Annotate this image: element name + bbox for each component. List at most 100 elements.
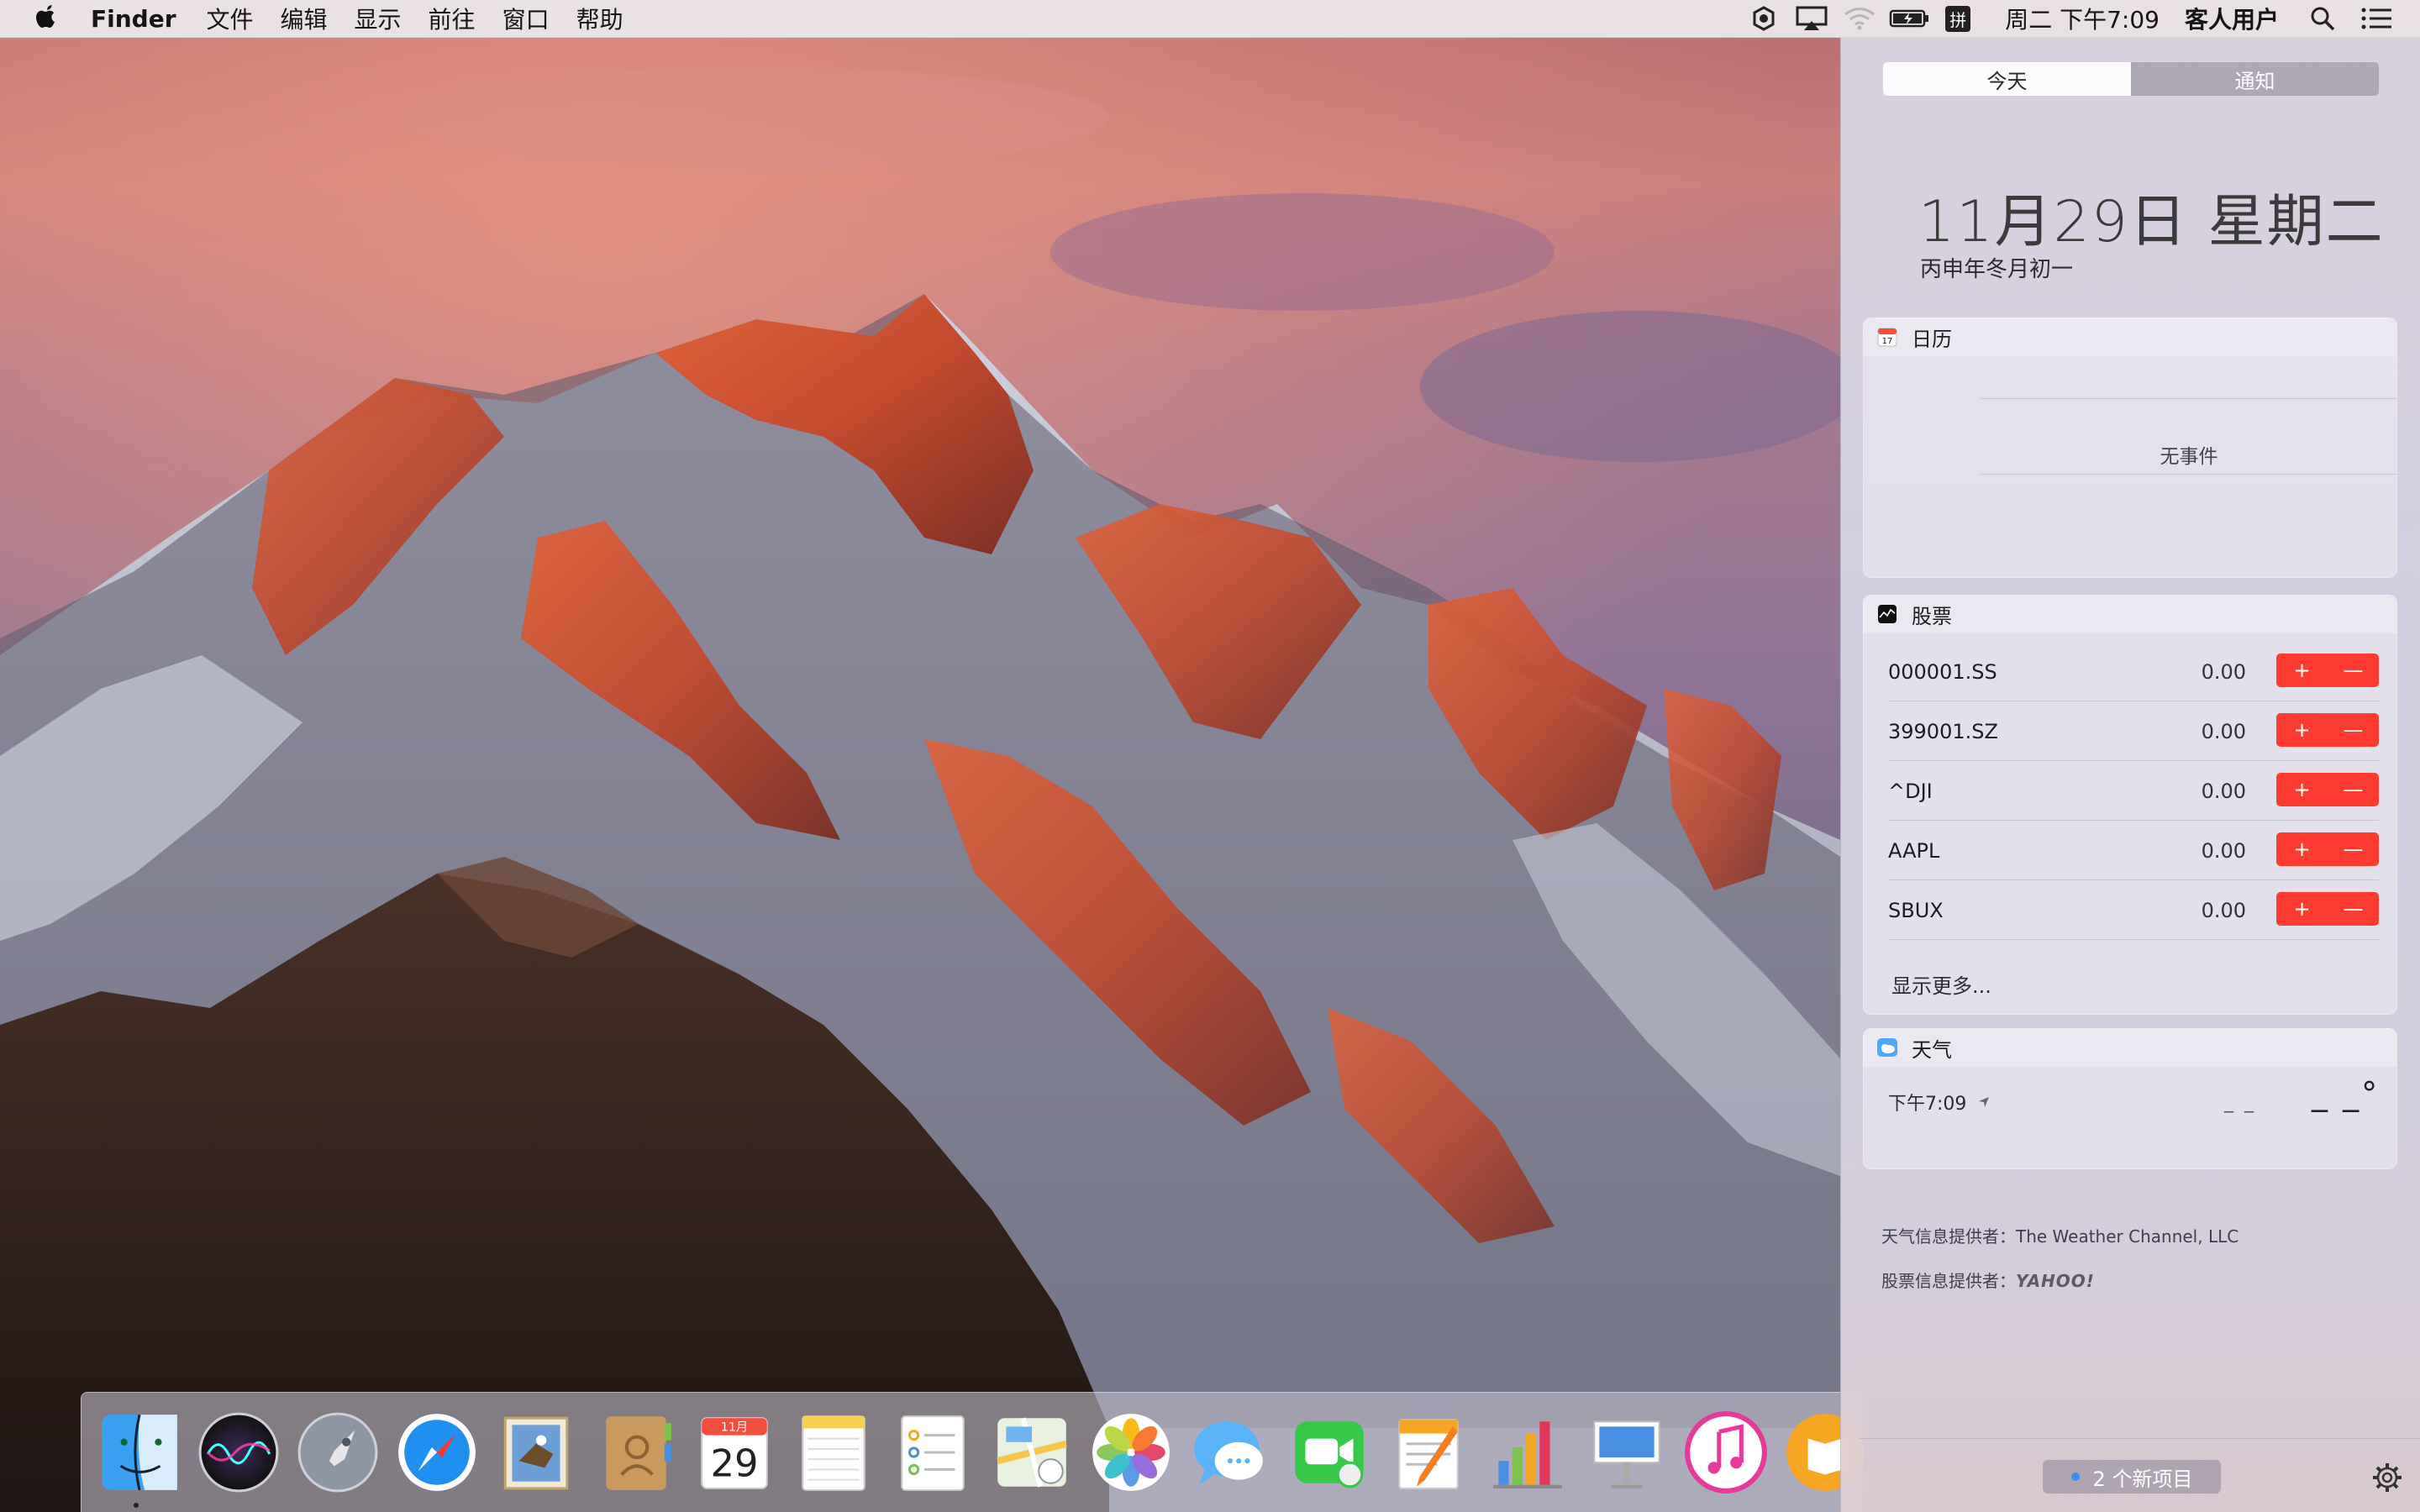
stock-row[interactable]: AAPL 0.00 + — [1888, 821, 2379, 880]
stock-change-button[interactable]: + — [2276, 654, 2379, 687]
menu-view[interactable]: 显示 [355, 2, 402, 35]
stock-minus: — [2343, 897, 2364, 921]
stock-value: 0.00 [2201, 899, 2246, 922]
calendar-widget-icon: 17 [1875, 324, 1900, 349]
battery-icon[interactable] [1882, 0, 1936, 37]
reminders-icon[interactable] [890, 1410, 976, 1495]
stock-change-button[interactable]: + — [2276, 713, 2379, 747]
calendar-widget-title: 日历 [1912, 327, 1952, 351]
weather-widget-title: 天气 [1912, 1037, 1952, 1062]
keynote-icon[interactable] [1584, 1410, 1670, 1495]
input-method-icon[interactable]: 拼 [1936, 0, 1980, 37]
stock-value: 0.00 [2201, 660, 2246, 684]
stocks-credit: 股票信息提供者：YAHOO! [1881, 1268, 2095, 1292]
stock-change-button[interactable]: + — [2276, 773, 2379, 806]
weather-location-row: 下午7:09 [1888, 1089, 1990, 1116]
stock-symbol: ^DJI [1888, 780, 1933, 803]
stock-symbol: 399001.SZ [1888, 720, 1998, 743]
user-menu[interactable]: 客人用户 [2185, 2, 2279, 35]
menu-window[interactable]: 窗口 [502, 2, 550, 35]
stock-minus: — [2343, 778, 2364, 801]
calendar-widget-body: 无事件 [1863, 356, 2397, 578]
contacts-icon[interactable] [592, 1410, 678, 1495]
new-items-dot [2070, 1473, 2080, 1481]
no-events-label: 无事件 [2160, 446, 2218, 468]
new-items-button[interactable]: 2 个新项目 [2043, 1460, 2221, 1494]
stock-plus: + [2293, 659, 2311, 682]
weather-widget-icon [1875, 1035, 1900, 1060]
photos-icon[interactable] [1088, 1410, 1174, 1495]
stock-symbol: SBUX [1888, 899, 1944, 922]
stock-plus: + [2293, 718, 2311, 742]
stocks-credit-provider[interactable]: YAHOO! [2016, 1271, 2095, 1291]
running-indicator [134, 1503, 139, 1508]
calendar-divider [1981, 398, 2397, 399]
calendar-widget: 17 日历 无事件 [1863, 318, 2397, 578]
stock-value: 0.00 [2201, 720, 2246, 743]
input-method-label: 拼 [1945, 5, 1971, 32]
weather-credit-prefix: 天气信息提供者： [1881, 1226, 2016, 1247]
stock-symbol: AAPL [1888, 839, 1940, 863]
finder-icon[interactable] [97, 1410, 182, 1495]
stock-row[interactable]: SBUX 0.00 + — [1888, 880, 2379, 940]
gear-icon[interactable] [2370, 1461, 2404, 1494]
stock-plus: + [2293, 837, 2311, 861]
mail-icon[interactable] [493, 1410, 579, 1495]
notification-center: 今天 通知 11月29日 星期二 丙申年冬月初一 17 日历 无事件 股票 00… [1840, 37, 2420, 1512]
menu-file[interactable]: 文件 [207, 2, 254, 35]
stock-row[interactable]: 000001.SS 0.00 + — [1888, 642, 2379, 701]
apple-icon[interactable] [32, 3, 66, 34]
nc-tab-bar: 今天 通知 [1883, 62, 2379, 96]
weather-time: 下午7:09 [1888, 1094, 1967, 1115]
stocks-widget-title: 股票 [1912, 604, 1952, 628]
stock-change-button[interactable]: + — [2276, 892, 2379, 926]
new-items-label: 2 个新项目 [2092, 1467, 2193, 1491]
facetime-icon[interactable] [1286, 1410, 1372, 1495]
menu-clock[interactable]: 周二 下午7:09 [2005, 2, 2160, 35]
maps-icon[interactable] [989, 1410, 1075, 1495]
location-arrow-icon [1978, 1096, 1990, 1108]
time-machine-icon[interactable] [1741, 0, 1786, 37]
stock-value: 0.00 [2201, 839, 2246, 863]
nc-footer-divider [1860, 1438, 2420, 1439]
wifi-icon[interactable] [1837, 0, 1882, 37]
stocks-widget: 股票 000001.SS 0.00 + — 399001.SZ 0.00 + — ^… [1863, 595, 2397, 1015]
stock-minus: — [2343, 718, 2364, 742]
weather-temperature: _ _° [2312, 1075, 2381, 1112]
stocks-widget-icon [1875, 601, 1900, 627]
itunes-icon[interactable] [1683, 1410, 1769, 1495]
stock-row[interactable]: ^DJI 0.00 + — [1888, 761, 2379, 821]
calendar-divider [1981, 474, 2397, 475]
spotlight-icon[interactable] [2306, 0, 2339, 37]
menu-edit[interactable]: 编辑 [281, 2, 328, 35]
stocks-widget-header: 股票 [1863, 595, 2397, 633]
today-date: 11月29日 星期二 [1918, 189, 2385, 255]
notification-center-icon[interactable] [2360, 0, 2393, 37]
pages-icon[interactable] [1386, 1410, 1471, 1495]
svg-text:17: 17 [1882, 337, 1893, 346]
stock-minus: — [2343, 837, 2364, 861]
safari-icon[interactable] [394, 1410, 480, 1495]
calendar-icon[interactable]: 11月 29 [692, 1410, 777, 1495]
stock-value: 0.00 [2201, 780, 2246, 803]
launchpad-icon[interactable] [295, 1410, 381, 1495]
app-name[interactable]: Finder [91, 5, 176, 33]
notes-icon[interactable] [791, 1410, 876, 1495]
dock: 11月 29 [81, 1392, 1864, 1512]
weather-widget: 天气 下午7:09 _ _ _ _° [1863, 1028, 2397, 1169]
weather-credit-provider[interactable]: The Weather Channel, LLC [2016, 1226, 2238, 1247]
numbers-icon[interactable] [1485, 1410, 1570, 1495]
tab-notifications[interactable]: 通知 [2131, 62, 2379, 96]
stock-row[interactable]: 399001.SZ 0.00 + — [1888, 701, 2379, 761]
weather-condition: _ _ [2224, 1092, 2256, 1113]
show-more-link[interactable]: 显示更多... [1891, 969, 1991, 999]
menu-help[interactable]: 帮助 [576, 2, 623, 35]
menu-go[interactable]: 前往 [429, 2, 476, 35]
siri-icon[interactable] [196, 1410, 281, 1495]
messages-icon[interactable] [1187, 1410, 1273, 1495]
stock-change-button[interactable]: + — [2276, 832, 2379, 866]
stocks-list: 000001.SS 0.00 + — 399001.SZ 0.00 + — ^DJI… [1863, 633, 2397, 940]
airplay-icon[interactable] [1786, 0, 1837, 37]
stock-minus: — [2343, 659, 2364, 682]
tab-today[interactable]: 今天 [1883, 62, 2131, 96]
